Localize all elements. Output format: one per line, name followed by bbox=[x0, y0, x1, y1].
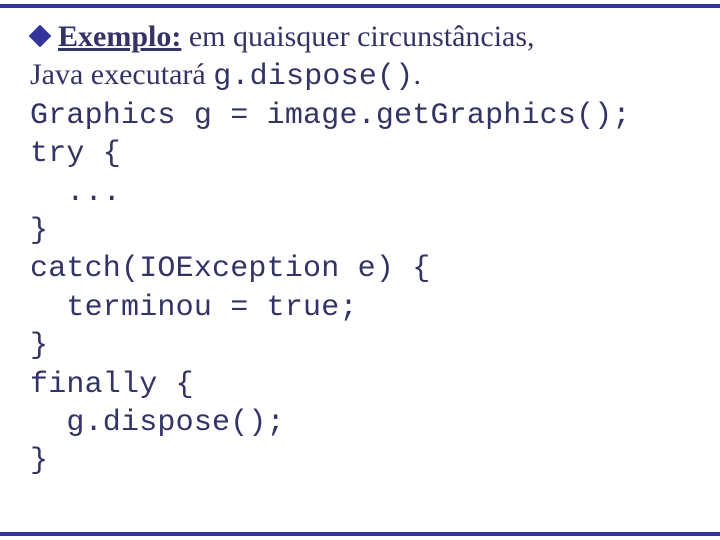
bullet-line-2: Java executará g.dispose(). bbox=[30, 56, 690, 96]
code-line-0: Graphics g = image.getGraphics(); bbox=[30, 97, 690, 135]
code-line-5: terminou = true; bbox=[30, 289, 690, 327]
bottom-rule bbox=[0, 532, 720, 536]
code-line-6: } bbox=[30, 327, 690, 365]
content-block: Exemplo: em quaisquer circunstâncias, Ja… bbox=[30, 18, 690, 481]
code-line-8: g.dispose(); bbox=[30, 404, 690, 442]
bullet-diamond-icon bbox=[29, 25, 52, 48]
code-line-7: finally { bbox=[30, 366, 690, 404]
code-line-3: } bbox=[30, 212, 690, 250]
top-rule bbox=[0, 4, 720, 8]
bullet-label: Exemplo: bbox=[58, 20, 181, 53]
slide: Exemplo: em quaisquer circunstâncias, Ja… bbox=[0, 0, 720, 540]
bullet-line2-prefix: Java executará bbox=[30, 58, 213, 91]
inline-code-dispose: g.dispose() bbox=[213, 60, 413, 94]
code-line-4: catch(IOException e) { bbox=[30, 250, 690, 288]
bullet-line2-suffix: . bbox=[413, 58, 421, 91]
bullet-text-após-label: em quaisquer circunstâncias, bbox=[181, 20, 534, 53]
bullet-line-1: Exemplo: em quaisquer circunstâncias, bbox=[30, 18, 690, 56]
code-line-1: try { bbox=[30, 135, 690, 173]
code-line-9: } bbox=[30, 442, 690, 480]
code-line-2: ... bbox=[30, 174, 690, 212]
